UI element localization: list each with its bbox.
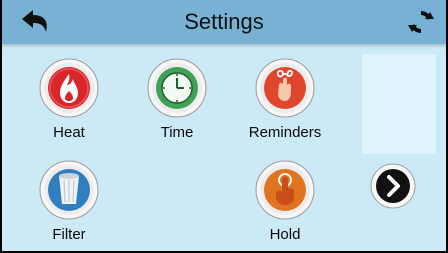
reminders-label: Reminders: [248, 124, 322, 141]
chevron-right-icon: [370, 163, 416, 209]
time-label: Time: [160, 124, 194, 141]
refresh-icon: [408, 10, 434, 34]
hold-label: Hold: [269, 226, 301, 243]
header-bar: Settings: [2, 0, 446, 44]
hold-tile[interactable]: Hold: [230, 160, 340, 251]
page-title: Settings: [184, 9, 264, 34]
reminders-tile[interactable]: Reminders: [230, 58, 340, 158]
filter-icon: [39, 160, 99, 220]
settings-screen: Settings Heat Time Reminders Filter Hold: [2, 0, 446, 251]
clock-icon: [147, 58, 207, 118]
filter-button[interactable]: [39, 160, 99, 220]
time-button[interactable]: [147, 58, 207, 118]
finger-reminder-icon: [255, 58, 315, 118]
filter-tile[interactable]: Filter: [14, 160, 124, 251]
heat-tile[interactable]: Heat: [14, 58, 124, 158]
refresh-button[interactable]: [406, 8, 436, 36]
reminders-button[interactable]: [255, 58, 315, 118]
hold-hand-icon: [255, 160, 315, 220]
flame-icon: [39, 58, 99, 118]
heat-label: Heat: [53, 124, 85, 141]
heat-button[interactable]: [39, 58, 99, 118]
filter-label: Filter: [52, 226, 86, 243]
hold-button[interactable]: [255, 160, 315, 220]
next-page-button[interactable]: [370, 163, 416, 209]
empty-slot: [362, 54, 436, 154]
time-tile[interactable]: Time: [122, 58, 232, 158]
